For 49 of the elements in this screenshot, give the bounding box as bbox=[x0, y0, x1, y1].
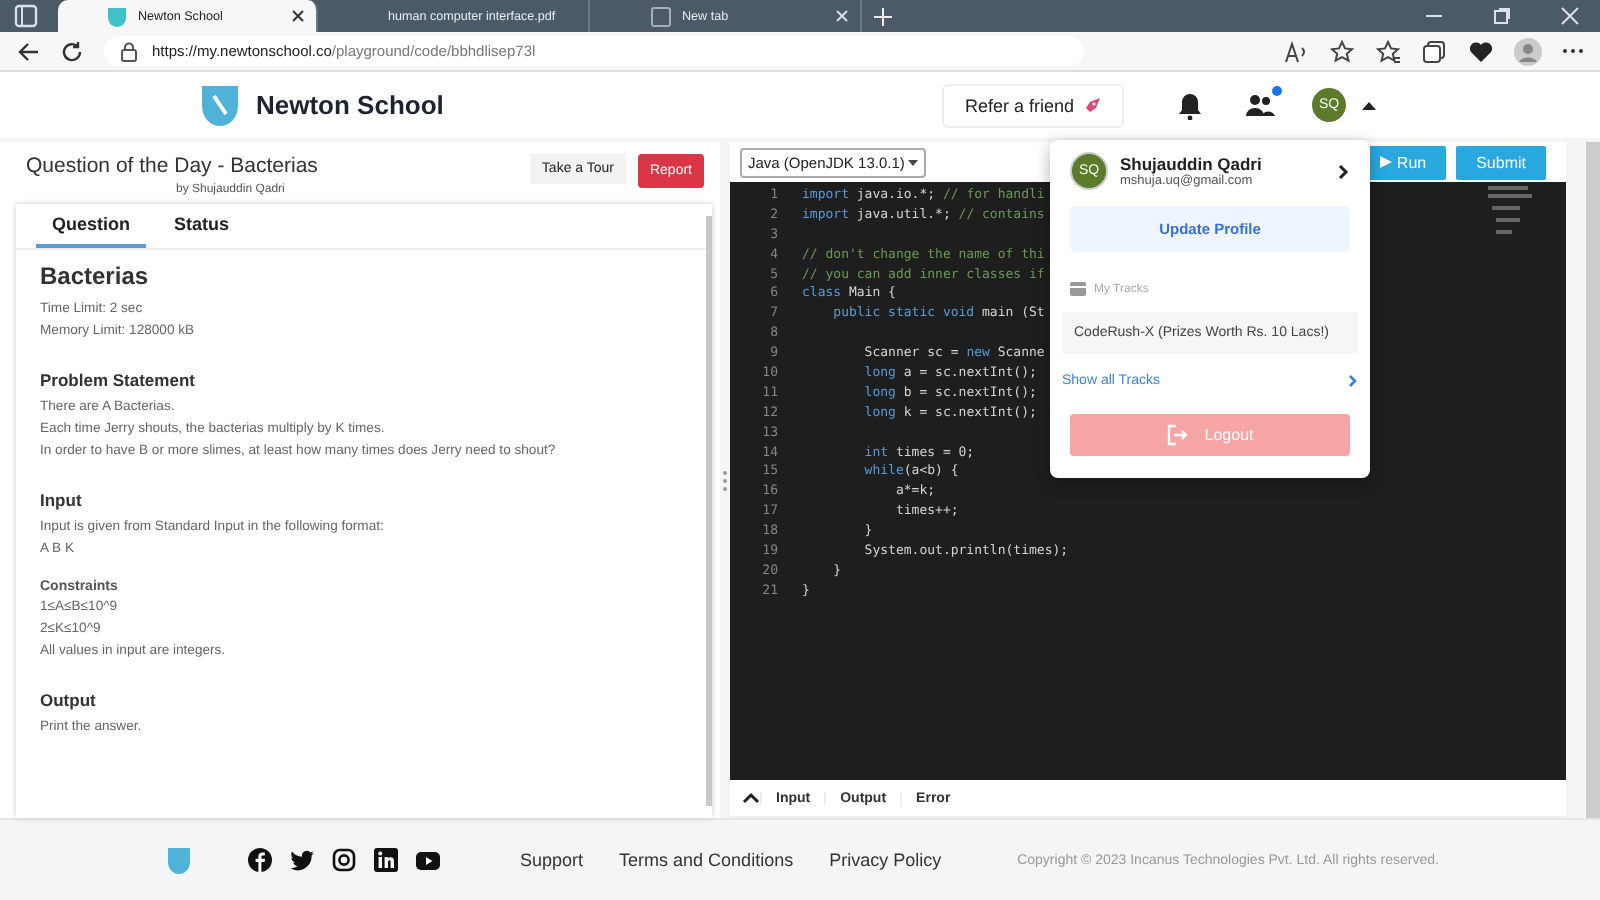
people-icon[interactable] bbox=[1244, 91, 1276, 119]
youtube-icon[interactable] bbox=[416, 851, 440, 869]
problem-name: Bacterias bbox=[40, 262, 151, 290]
more-icon[interactable] bbox=[1562, 48, 1584, 54]
caret-icon[interactable] bbox=[1362, 100, 1376, 110]
question-tab[interactable]: Question bbox=[36, 204, 147, 248]
restore-icon[interactable] bbox=[1492, 6, 1512, 26]
question-tab[interactable]: Status bbox=[158, 204, 246, 248]
tab-actions-icon[interactable] bbox=[14, 4, 38, 28]
read-aloud-icon[interactable] bbox=[1284, 39, 1310, 63]
close-icon[interactable] bbox=[292, 10, 304, 22]
collections-icon[interactable] bbox=[1422, 39, 1448, 63]
footer-link[interactable]: Support bbox=[520, 850, 584, 870]
page-scrollbar[interactable] bbox=[1586, 142, 1600, 818]
profile-icon[interactable] bbox=[1514, 37, 1542, 65]
footer-link[interactable]: Terms and Conditions bbox=[619, 850, 794, 870]
twitter-icon[interactable] bbox=[290, 849, 314, 871]
logo-icon bbox=[200, 83, 240, 127]
section-heading: Problem Statement bbox=[40, 370, 197, 390]
section-heading: Input bbox=[40, 490, 84, 510]
instagram-icon[interactable] bbox=[332, 848, 356, 872]
brand-name: Newton School bbox=[256, 90, 444, 120]
play-icon bbox=[1380, 156, 1393, 169]
rocket-icon bbox=[1082, 95, 1102, 115]
resize-handle[interactable] bbox=[722, 469, 728, 491]
section-heading: Output bbox=[40, 690, 98, 710]
page-icon bbox=[650, 5, 672, 27]
refer-button[interactable]: Refer a friend bbox=[942, 83, 1124, 127]
site-icon bbox=[106, 5, 128, 27]
logout-icon bbox=[1166, 424, 1189, 446]
expand-icon[interactable] bbox=[742, 792, 760, 804]
dropdown-arrow-icon bbox=[908, 160, 919, 167]
favorites-icon[interactable] bbox=[1376, 39, 1402, 63]
linkedin-icon[interactable] bbox=[374, 848, 398, 872]
new-tab-icon[interactable] bbox=[874, 7, 892, 25]
calendar-icon bbox=[1070, 282, 1086, 296]
facebook-icon[interactable] bbox=[248, 848, 272, 872]
chevron-icon[interactable] bbox=[1338, 163, 1350, 179]
scrollbar[interactable] bbox=[706, 216, 712, 806]
heart-icon[interactable] bbox=[1468, 39, 1494, 63]
logo-icon bbox=[166, 845, 192, 875]
refresh-icon[interactable] bbox=[60, 39, 84, 63]
star-icon[interactable] bbox=[1330, 39, 1356, 63]
question-title: Question of the Day - Bacterias bbox=[26, 154, 320, 178]
back-icon[interactable] bbox=[16, 39, 40, 63]
user-name[interactable]: Shujauddin Qadri bbox=[1120, 154, 1326, 174]
footer-link[interactable]: Privacy Policy bbox=[829, 850, 942, 870]
bell-icon[interactable] bbox=[1176, 91, 1204, 119]
lock-icon bbox=[120, 41, 138, 61]
